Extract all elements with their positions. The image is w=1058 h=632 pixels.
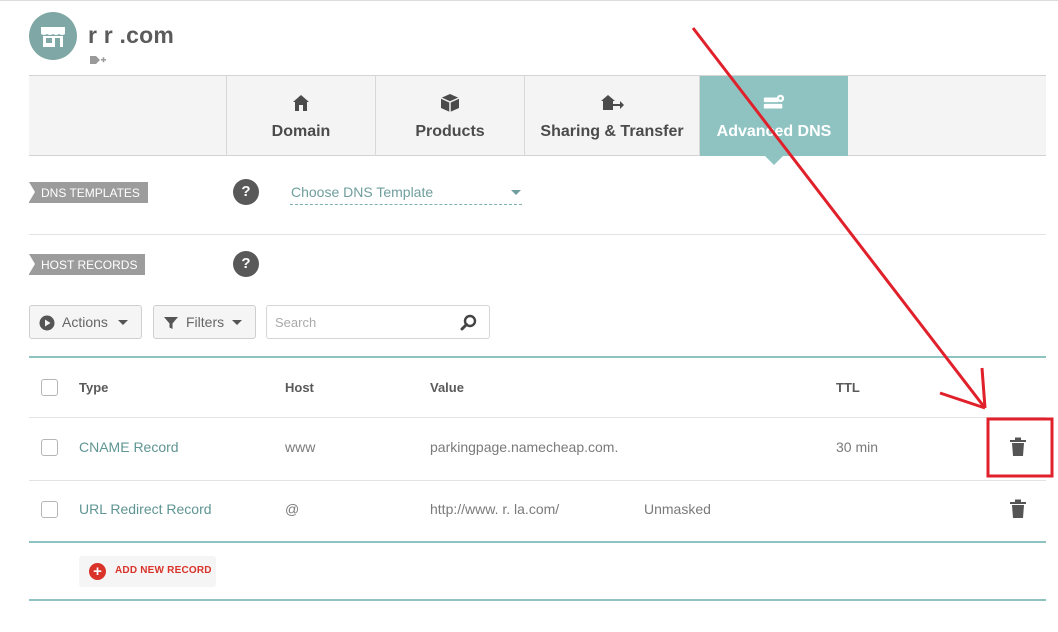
table-bottom-border [29, 541, 1046, 543]
row-checkbox[interactable] [41, 439, 58, 456]
record-type[interactable]: URL Redirect Record [79, 501, 212, 517]
filters-label: Filters [186, 314, 225, 330]
redirect-mode[interactable]: Unmasked [644, 501, 711, 517]
host-records-help-icon[interactable]: ? [233, 251, 259, 277]
column-header-ttl: TTL [836, 380, 860, 395]
home-icon [293, 95, 309, 111]
record-value[interactable]: parkingpage.namecheap.com. [430, 439, 618, 455]
chevron-down-icon [232, 320, 242, 325]
filter-icon [164, 317, 178, 329]
record-type[interactable]: CNAME Record [79, 439, 179, 455]
search-icon[interactable] [460, 314, 477, 331]
store-icon [29, 12, 77, 60]
tab-sharing-transfer[interactable]: Sharing & Transfer [524, 76, 699, 156]
record-value[interactable]: http://www. r. la.com/ [430, 501, 559, 517]
record-host[interactable]: www [285, 439, 315, 455]
server-gear-icon [763, 94, 785, 109]
record-host[interactable]: @ [285, 501, 299, 517]
dns-template-select[interactable]: Choose DNS Template [290, 182, 522, 205]
select-all-checkbox[interactable] [41, 379, 58, 396]
tab-advanced-dns[interactable]: Advanced DNS [699, 76, 848, 165]
filters-button[interactable]: Filters [153, 305, 256, 339]
tag-add-icon[interactable] [89, 54, 107, 66]
dns-template-select-value: Choose DNS Template [291, 184, 434, 200]
search-input[interactable] [275, 313, 445, 331]
play-circle-icon [39, 315, 55, 331]
column-header-host: Host [285, 380, 314, 395]
actions-label: Actions [62, 314, 108, 330]
dns-templates-label: DNS TEMPLATES [29, 182, 148, 203]
tab-label: Sharing & Transfer [540, 123, 684, 140]
dns-templates-help-icon[interactable]: ? [233, 179, 259, 205]
domain-tabs: Domain Products Sharing & Transfer Advan… [29, 75, 1046, 165]
search-box [266, 305, 490, 339]
domain-title: r r .com [88, 22, 174, 48]
row-divider [29, 480, 1046, 481]
column-header-type: Type [79, 380, 109, 395]
tab-label: Products [415, 123, 485, 140]
add-new-record-label: ADD NEW RECORD [115, 565, 212, 576]
box-icon [440, 94, 460, 112]
chevron-down-icon [118, 320, 128, 325]
tab-domain[interactable]: Domain [226, 76, 375, 156]
chevron-down-icon [511, 190, 521, 195]
add-new-record-button[interactable]: + ADD NEW RECORD [79, 556, 216, 587]
delete-record-trash-icon[interactable] [1009, 437, 1027, 457]
record-ttl[interactable]: 30 min [836, 439, 878, 455]
row-divider [29, 417, 1046, 418]
house-transfer-icon [601, 95, 624, 110]
actions-button[interactable]: Actions [29, 305, 142, 339]
plus-circle-icon: + [89, 563, 106, 580]
delete-record-trash-icon[interactable] [1009, 499, 1027, 519]
tab-label: Advanced DNS [716, 123, 832, 140]
tab-products[interactable]: Products [375, 76, 524, 156]
row-checkbox[interactable] [41, 501, 58, 518]
column-header-value: Value [430, 380, 464, 395]
host-records-label: HOST RECORDS [29, 254, 146, 275]
tab-label: Domain [271, 123, 331, 140]
top-border [0, 0, 1058, 1]
section-divider [29, 234, 1046, 235]
section-bottom-border [29, 599, 1046, 601]
table-top-border [29, 356, 1046, 358]
